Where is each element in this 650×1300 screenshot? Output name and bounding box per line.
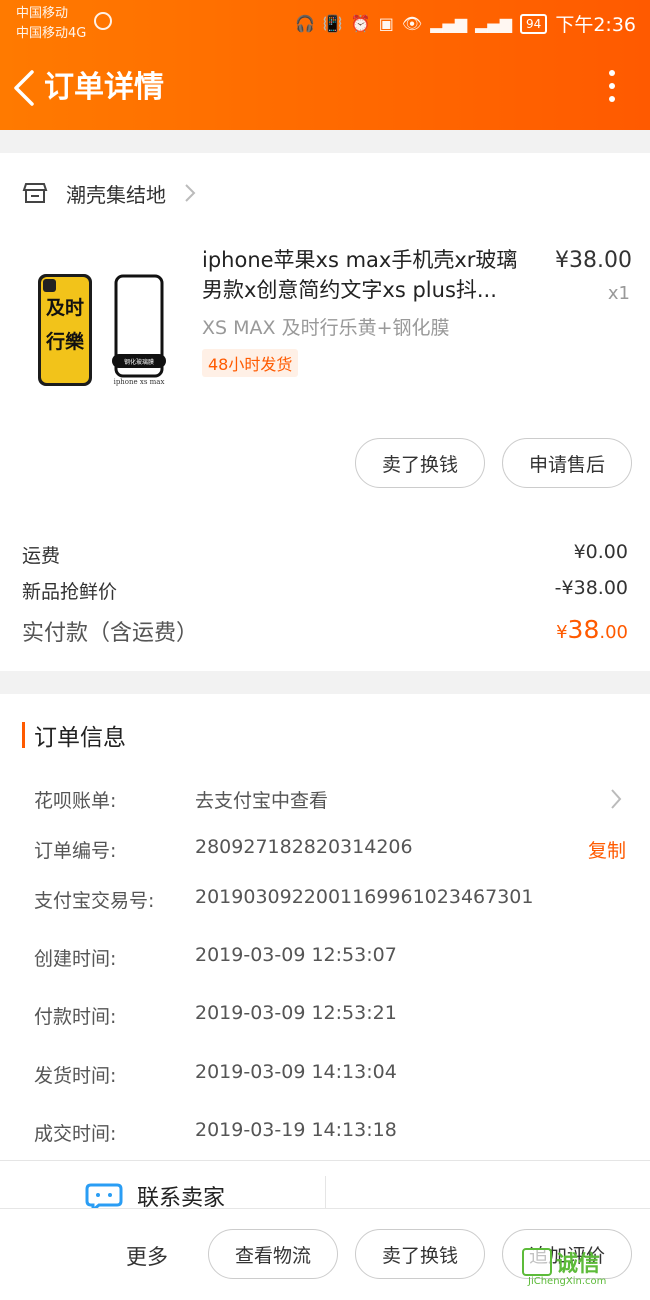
eye-icon: 👁 [401,14,423,33]
watermark-logo: 诚信 JiChengXin.com [522,1246,640,1292]
app-header: 中国移动 中国移动4G 🎧 📳 ⏰ ▣ 👁 ▂▄▆ ▂▄▆ 94 下午2:36 … [0,0,650,130]
watermark-sub: JiChengXin.com [528,1276,607,1287]
info-label: 花呗账单: [34,790,117,812]
chat-bubble-icon [85,1183,123,1211]
copy-button[interactable]: 复制 [588,836,626,863]
info-value: 2019-03-09 12:53:07 [195,944,397,966]
paid-decimal: .00 [599,622,628,643]
paid-currency: ¥ [556,622,568,643]
watermark-text: 诚信 [556,1252,601,1277]
info-value: 去支付宝中查看 [195,790,329,812]
sell-button[interactable]: 卖了换钱 [355,438,485,488]
sell-button[interactable]: 卖了换钱 [355,1229,485,1279]
product-image[interactable]: 及时 行樂 钢化玻璃膜 iphone xs max [22,248,182,398]
carrier-info: 中国移动 中国移动4G [16,4,86,44]
product-quantity: x1 [607,283,630,304]
info-value: 280927182820314206 [195,836,413,858]
info-label: 支付宝交易号: [34,890,155,912]
discount-value: -¥38.00 [554,577,628,599]
discount-row: 新品抢鲜价 -¥38.00 [22,577,628,604]
chevron-right-icon [185,184,196,202]
info-label: 订单编号: [34,840,117,862]
signal-4g-icon: ▂▄▆ [475,14,513,33]
paid-row: 实付款（含运费） ¥38.00 [22,615,628,647]
more-button[interactable]: 更多 [126,1241,168,1271]
after-sale-button[interactable]: 申请售后 [502,438,632,488]
order-item-card: 潮壳集结地 及时 行樂 钢化玻璃膜 iphone xs max iphone苹果… [0,153,650,671]
info-label: 创建时间: [34,948,117,970]
watermark-box-icon [522,1248,552,1276]
back-arrow-icon[interactable] [10,66,40,110]
order-info-title: 订单信息 [34,725,126,751]
shop-header[interactable]: 潮壳集结地 [22,175,196,211]
svg-text:及时: 及时 [46,297,84,319]
info-value: 2019-03-09 14:13:04 [195,1061,397,1083]
store-icon [22,183,48,203]
svg-text:iphone xs max: iphone xs max [114,378,165,386]
info-label: 付款时间: [34,1006,117,1028]
more-menu-icon[interactable] [608,70,616,106]
discount-label: 新品抢鲜价 [22,581,118,603]
alarm-icon: ⏰ [350,14,371,33]
hd-icon: ▣ [378,14,394,33]
shop-name: 潮壳集结地 [66,182,166,207]
shipping-fee-row: 运费 ¥0.00 [22,541,628,568]
carrier-2: 中国移动4G [16,26,87,41]
status-bar: 中国移动 中国移动4G 🎧 📳 ⏰ ▣ 👁 ▂▄▆ ▂▄▆ 94 下午2:36 [0,0,650,48]
info-value: 2019-03-19 14:13:18 [195,1119,397,1141]
headphone-icon: 🎧 [295,14,315,33]
info-value: 2019-03-09 12:53:21 [195,1002,397,1024]
navbar: 订单详情 [0,52,650,124]
product-price: ¥38.00 [555,248,632,273]
paid-integer: 38 [567,615,600,644]
hotspot-icon [94,12,112,30]
shipping-fee-label: 运费 [22,545,61,567]
info-value: 2019030922001169961023467301 [195,886,534,908]
shipping-fee-value: ¥0.00 [573,541,628,563]
svg-text:钢化玻璃膜: 钢化玻璃膜 [124,358,154,366]
chevron-right-icon [611,789,622,809]
product-title[interactable]: iphone苹果xs max手机壳xr玻璃男款x创意简约文字xs plus抖..… [202,245,537,305]
view-logistics-button[interactable]: 查看物流 [208,1229,338,1279]
vibrate-icon: 📳 [322,14,343,33]
svg-text:行樂: 行樂 [45,330,85,353]
paid-value: ¥38.00 [556,615,628,647]
status-icons: 🎧 📳 ⏰ ▣ 👁 ▂▄▆ ▂▄▆ 94 下午2:36 [295,10,636,37]
signal-icon: ▂▄▆ [430,14,468,33]
shipping-badge: 48小时发货 [202,349,299,377]
status-time: 下午2:36 [555,14,636,36]
order-info-header: 订单信息 [22,720,126,751]
page-title: 订单详情 [44,70,164,105]
section-accent-bar [22,722,25,748]
divider [0,1160,650,1161]
battery-icon: 94 [520,13,548,34]
product-spec: XS MAX 及时行乐黄+钢化膜 [202,317,450,339]
paid-label: 实付款（含运费） [22,621,199,646]
info-label: 发货时间: [34,1065,117,1087]
info-label: 成交时间: [34,1123,117,1145]
carrier-1: 中国移动 [16,6,69,21]
